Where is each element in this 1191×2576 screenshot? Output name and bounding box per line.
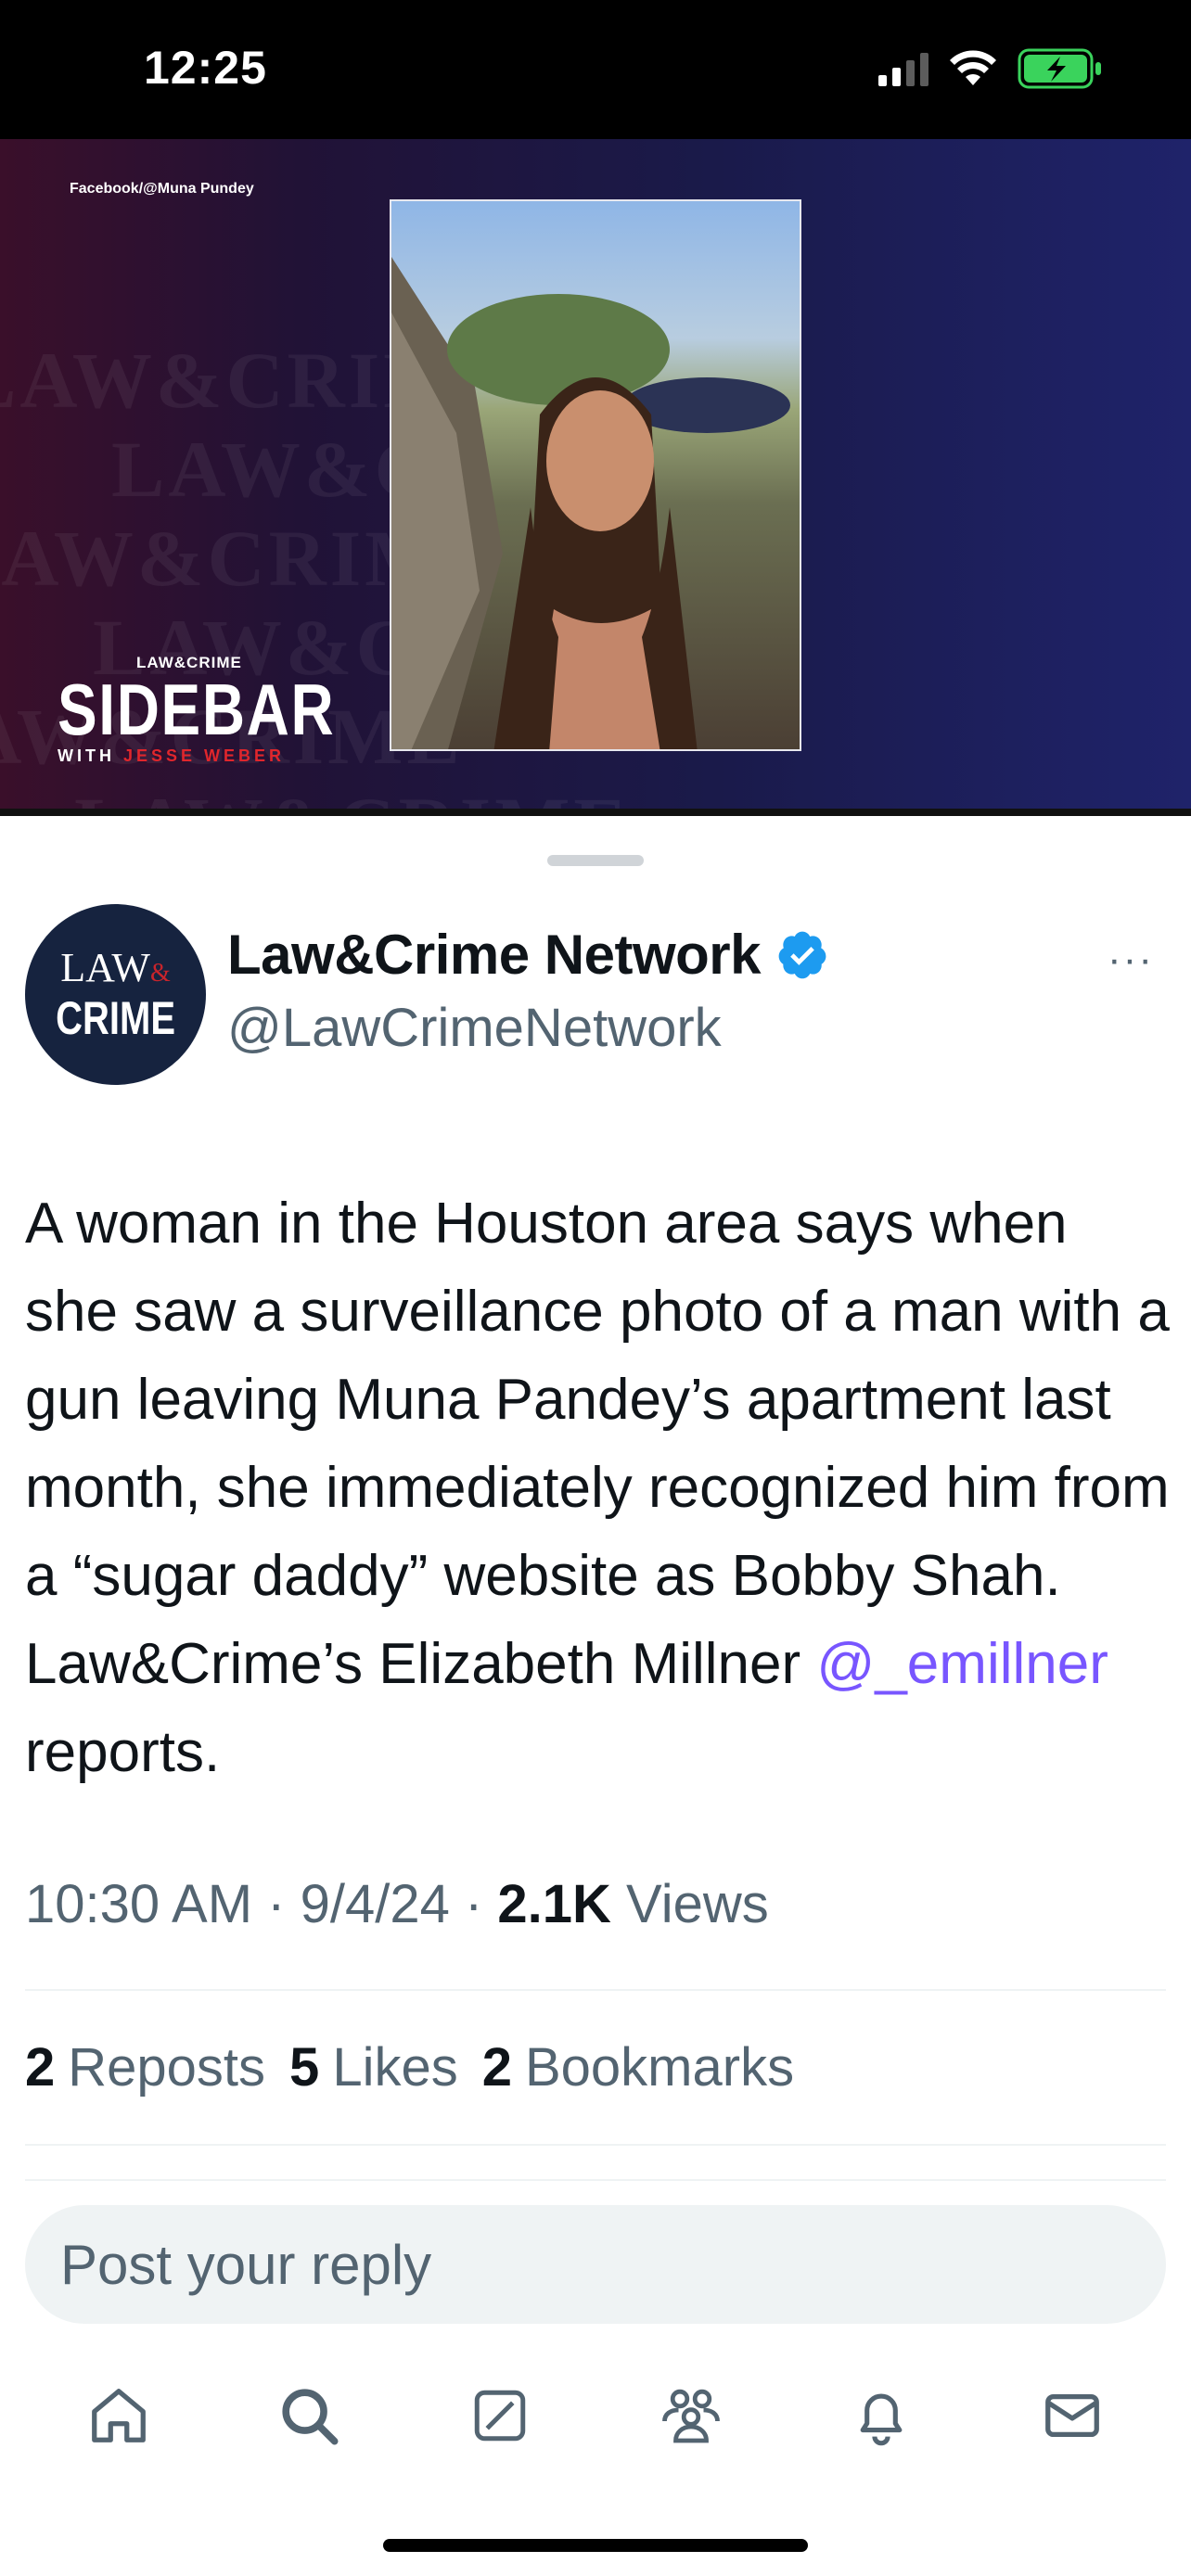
verified-badge-icon xyxy=(778,931,826,978)
grok-icon xyxy=(474,2390,526,2442)
home-icon xyxy=(91,2389,146,2442)
tab-notifications[interactable] xyxy=(839,2374,923,2457)
tweet-time[interactable]: 10:30 AM xyxy=(25,1874,252,1934)
show-title: SIDEBAR xyxy=(58,669,336,750)
more-options-button[interactable]: ··· xyxy=(1108,937,1154,983)
notifications-icon xyxy=(861,2393,903,2446)
status-icons xyxy=(878,48,1103,89)
wifi-icon xyxy=(950,50,996,85)
reply-input[interactable]: Post your reply xyxy=(25,2205,1166,2324)
likes-stat[interactable]: 5 Likes xyxy=(289,2036,458,2098)
tweet-date[interactable]: 9/4/24 xyxy=(301,1874,450,1934)
status-time: 12:25 xyxy=(144,42,267,94)
views-count: 2.1K xyxy=(497,1874,611,1934)
tab-home[interactable] xyxy=(77,2374,160,2457)
tab-communities[interactable] xyxy=(649,2374,733,2457)
divider xyxy=(25,1989,1166,1991)
divider xyxy=(25,2144,1166,2146)
messages-icon xyxy=(1045,2393,1099,2438)
mention-link[interactable]: @_emillner xyxy=(816,1632,1108,1696)
show-logo: LAW&CRIME SIDEBAR WITH JESSE WEBER xyxy=(58,654,396,766)
tab-search[interactable] xyxy=(267,2374,351,2457)
author-handle[interactable]: @LawCrimeNetwork xyxy=(227,997,722,1059)
tab-grok[interactable] xyxy=(458,2374,542,2457)
tab-bar xyxy=(0,2355,1191,2476)
search-icon xyxy=(282,2389,339,2445)
engagement-stats: 2 Reposts 5 Likes 2 Bookmarks xyxy=(25,2036,794,2098)
tweet-text: A woman in the Houston area says when sh… xyxy=(25,1192,1170,1784)
home-indicator[interactable] xyxy=(383,2539,808,2552)
avatar[interactable]: LAW& CRIME xyxy=(25,904,206,1085)
author-name[interactable]: Law&Crime Network xyxy=(227,923,829,987)
tweet-meta: 10:30 AM · 9/4/24 · 2.1K Views xyxy=(25,1874,769,1934)
sheet-grabber[interactable] xyxy=(547,855,644,866)
views-label: Views xyxy=(610,1874,769,1934)
divider xyxy=(25,2179,1166,2181)
reposts-stat[interactable]: 2 Reposts xyxy=(25,2036,265,2098)
bookmarks-stat[interactable]: 2 Bookmarks xyxy=(482,2036,794,2098)
tab-messages[interactable] xyxy=(1031,2374,1114,2457)
status-bar: 12:25 xyxy=(0,0,1191,139)
media-video[interactable]: LAW&CRIMELAW&CRIMELAW&CRIMELAW&CRIMELAW&… xyxy=(0,139,1191,816)
video-photo xyxy=(390,199,801,751)
battery-charging-icon xyxy=(1018,48,1101,89)
photo-credit: Facebook/@Muna Pundey xyxy=(70,181,254,197)
communities-icon xyxy=(661,2389,720,2443)
cellular-signal-icon xyxy=(878,51,928,86)
